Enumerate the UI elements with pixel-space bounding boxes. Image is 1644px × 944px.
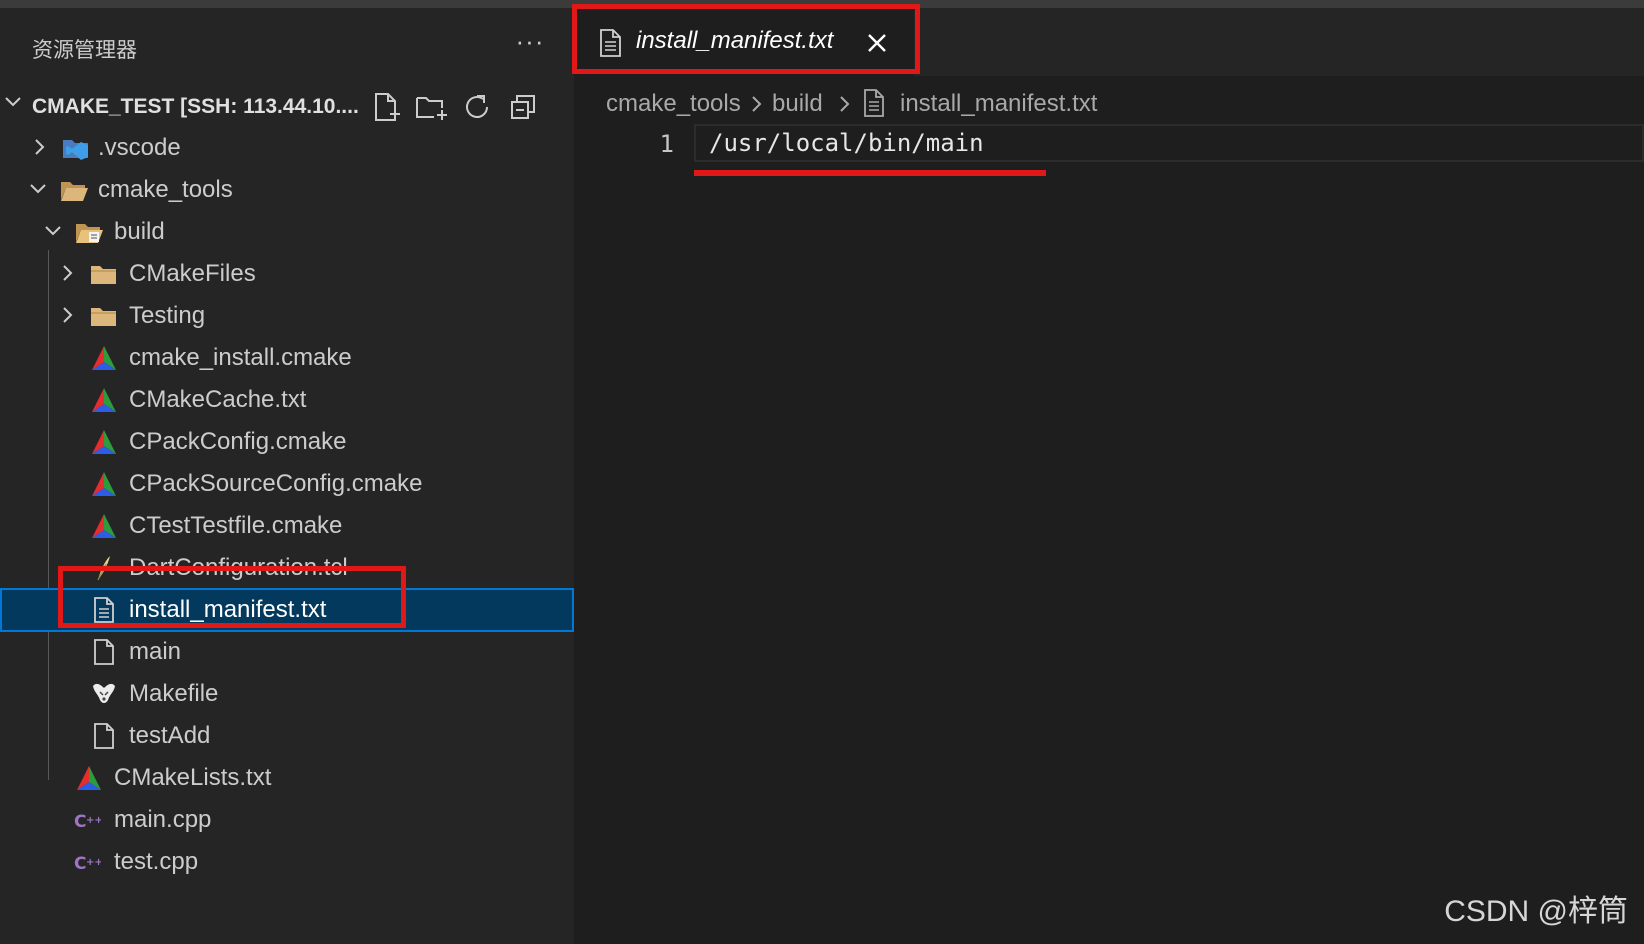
tree-item-cmakefiles[interactable]: CMakeFiles <box>0 252 574 296</box>
project-root-label: CMAKE_TEST [SSH: 113.44.10.... <box>32 95 359 118</box>
chevron-down-icon <box>45 226 61 236</box>
window-top-strip <box>0 0 1644 8</box>
tree-item-label: main.cpp <box>114 806 212 833</box>
refresh-icon[interactable] <box>460 90 494 124</box>
tree-item-cpackconfig[interactable]: CPackConfig.cmake <box>0 420 574 464</box>
tab-bar: install_manifest.txt <box>574 8 1644 76</box>
folder-icon <box>91 308 116 326</box>
tree-item-testadd[interactable]: testAdd <box>0 714 574 758</box>
tree-item-test-cpp[interactable]: C ++ test.cpp <box>0 840 574 884</box>
tree-item-label: install_manifest.txt <box>129 596 327 623</box>
tree-item-cmakecache[interactable]: CMakeCache.txt <box>0 378 574 422</box>
folder-open-icon <box>61 182 88 201</box>
tree-item-label: Testing <box>129 302 206 329</box>
tree-item-testing[interactable]: Testing <box>0 294 574 338</box>
tree-item-label: build <box>114 218 165 245</box>
tree-item-makefile[interactable]: Makefile <box>0 672 574 716</box>
tcl-feather-icon <box>97 556 110 581</box>
breadcrumb-item-file[interactable]: install_manifest.txt <box>900 90 1097 118</box>
cmake-icon <box>92 388 116 412</box>
file-icon <box>94 723 114 749</box>
annotation-underline <box>694 170 1046 176</box>
vscode-folder-icon <box>63 140 88 160</box>
tree-item-install-manifest[interactable]: install_manifest.txt <box>0 588 574 632</box>
tree-item-label: main <box>129 638 182 665</box>
code-text[interactable]: /usr/local/bin/main <box>709 129 984 157</box>
tab-label: install_manifest.txt <box>636 27 834 54</box>
line-number: 1 <box>659 130 674 158</box>
tree-item-vscode[interactable]: .vscode <box>0 126 574 170</box>
svg-text:++: ++ <box>86 815 101 826</box>
chevron-down-icon <box>5 97 21 107</box>
tree-item-label: CMakeCache.txt <box>129 386 307 413</box>
cmake-icon <box>92 430 116 454</box>
tree-item-label: test.cpp <box>114 848 199 875</box>
tree-item-cmakelists[interactable]: CMakeLists.txt <box>0 756 574 800</box>
file-icon <box>94 639 114 665</box>
explorer-header: 资源管理器 ··· <box>0 8 574 82</box>
svg-text:++: ++ <box>86 857 101 868</box>
tree-item-cmake-install[interactable]: cmake_install.cmake <box>0 336 574 380</box>
tree-item-main-cpp[interactable]: C ++ main.cpp <box>0 798 574 842</box>
chevron-right-icon <box>35 139 45 155</box>
tree-item-label: Makefile <box>129 680 219 707</box>
explorer-title: 资源管理器 <box>32 39 137 62</box>
new-file-icon[interactable] <box>368 90 402 124</box>
tree-item-label: CPackSourceConfig.cmake <box>129 470 423 497</box>
breadcrumb-item-cmake-tools[interactable]: cmake_tools <box>606 90 741 118</box>
tree-item-label: cmake_tools <box>98 176 233 203</box>
more-actions-button[interactable]: ··· <box>510 26 550 60</box>
tab-install-manifest[interactable]: install_manifest.txt <box>574 8 914 76</box>
chevron-right-icon <box>63 265 73 281</box>
cmake-icon <box>77 766 101 790</box>
chevron-right-icon <box>752 96 762 112</box>
editor-pane: install_manifest.txt cmake_tools build i… <box>574 8 1644 944</box>
folder-icon <box>91 266 116 284</box>
tree-item-label: CMakeLists.txt <box>114 764 272 791</box>
chevron-down-icon <box>30 184 46 194</box>
tree-item-label: .vscode <box>98 134 181 161</box>
chevron-right-icon <box>840 96 850 112</box>
tree-item-label: cmake_install.cmake <box>129 344 352 371</box>
tree-item-label: CMakeFiles <box>129 260 256 287</box>
tree-item-label: CPackConfig.cmake <box>129 428 347 455</box>
breadcrumb-item-build[interactable]: build <box>772 90 823 118</box>
text-file-icon <box>864 89 884 117</box>
tree-item-label: DartConfiguration.tcl <box>129 554 348 581</box>
cmake-icon <box>92 514 116 538</box>
cmake-icon <box>92 472 116 496</box>
chevron-right-icon <box>63 307 73 323</box>
tree-item-cpacksourceconfig[interactable]: CPackSourceConfig.cmake <box>0 462 574 506</box>
tree-item-label: testAdd <box>129 722 211 749</box>
svg-text:C: C <box>74 812 86 832</box>
watermark: CSDN @梓筒 <box>1444 895 1628 928</box>
project-root-row[interactable]: CMAKE_TEST [SSH: 113.44.10.... <box>0 85 574 129</box>
tree-item-cmake-tools[interactable]: cmake_tools <box>0 168 574 212</box>
makefile-gnu-icon <box>93 683 115 703</box>
tree-item-build[interactable]: build <box>0 210 574 254</box>
svg-text:C: C <box>74 854 86 874</box>
text-file-icon <box>600 29 621 57</box>
build-folder-icon <box>76 224 103 243</box>
cpp-icon: C ++ <box>74 812 101 832</box>
new-folder-icon[interactable] <box>414 90 448 124</box>
tree-item-main[interactable]: main <box>0 630 574 674</box>
collapse-all-icon[interactable] <box>506 90 540 124</box>
text-file-icon <box>94 597 114 623</box>
cmake-icon <box>92 346 116 370</box>
cpp-icon: C ++ <box>74 854 101 874</box>
code-line[interactable]: 1 /usr/local/bin/main <box>574 124 1644 166</box>
tree-item-ctesttestfile[interactable]: CTestTestfile.cmake <box>0 504 574 548</box>
tree-item-dartconfiguration[interactable]: DartConfiguration.tcl <box>0 546 574 590</box>
close-icon[interactable] <box>864 30 890 56</box>
tree-item-label: CTestTestfile.cmake <box>129 512 343 539</box>
